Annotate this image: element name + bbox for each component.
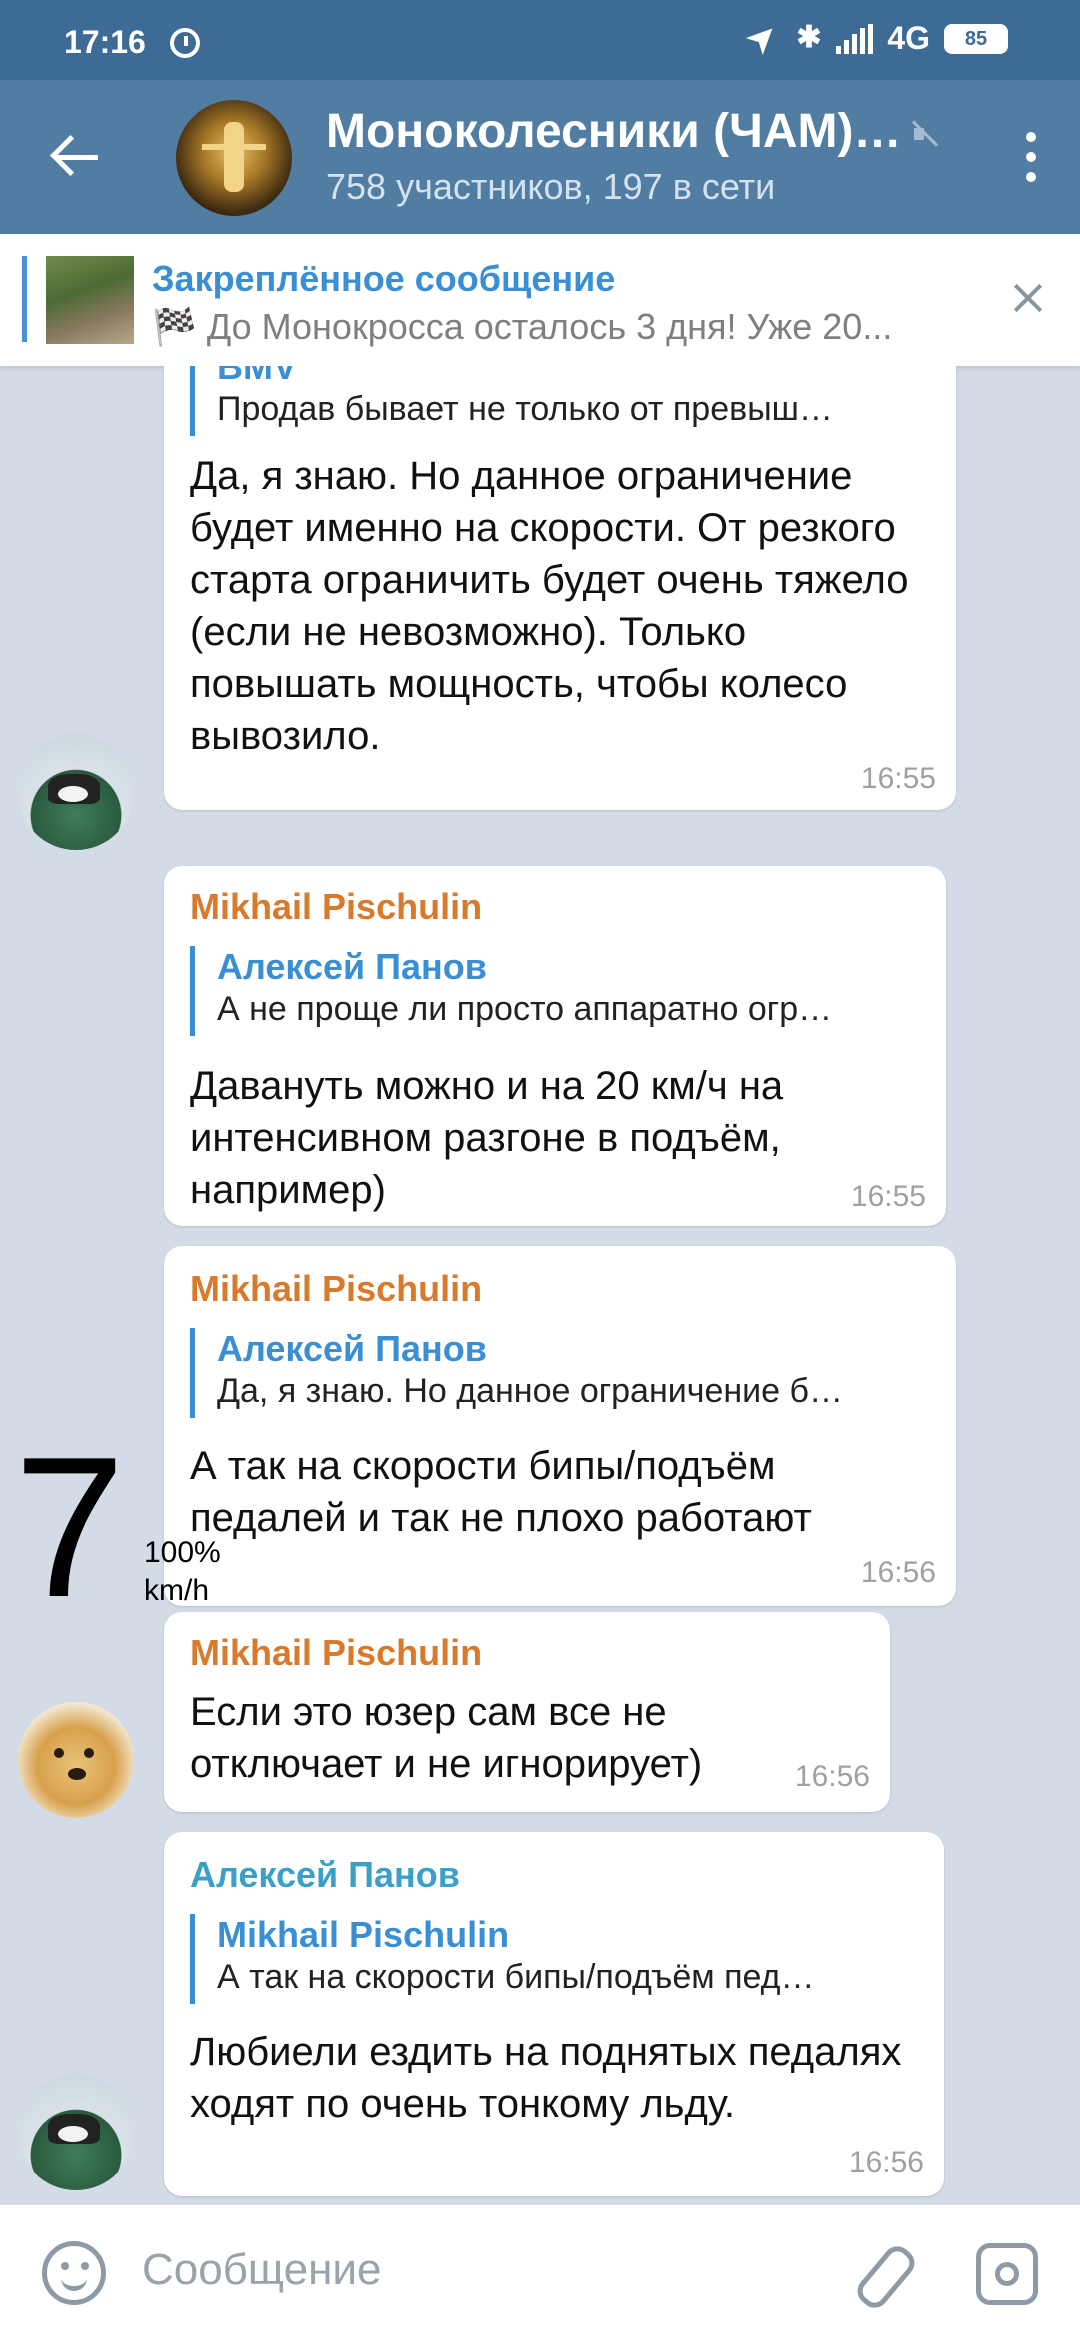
pinned-thumbnail: [46, 256, 134, 344]
message-time: 16:55: [850, 1180, 926, 1213]
speed-unit: km/h: [144, 1574, 210, 1607]
message-text: Любиели ездить на поднятых педалях ходят…: [190, 2030, 902, 2126]
message-text: Да, я знаю. Но данное ограничение будет …: [190, 454, 909, 758]
status-bar: 17:16 4G 85: [0, 0, 1080, 80]
avatar[interactable]: [18, 734, 134, 850]
reply-snippet: Да, я знаю. Но данное ограничение б…: [217, 1372, 843, 1410]
message-input-bar: Сообщение: [0, 2204, 1080, 2341]
message-text: А так на скорости бипы/подъём педалей и …: [190, 1444, 812, 1540]
more-options-icon[interactable]: [1026, 132, 1036, 182]
message-text: Давануть можно и на 20 км/ч на интенсивн…: [190, 1064, 784, 1212]
group-avatar[interactable]: [176, 100, 292, 216]
message-bubble[interactable]: Mikhail Pischulin Алексей Панов А не про…: [164, 866, 946, 1226]
reply-quote[interactable]: Mikhail Pischulin А так на скорости бипы…: [190, 1914, 924, 2004]
status-time: 17:16: [64, 24, 146, 60]
attach-icon[interactable]: [856, 2243, 910, 2305]
reply-author: Алексей Панов: [217, 946, 487, 987]
message-input[interactable]: Сообщение: [142, 2245, 381, 2295]
message-time: 16:56: [860, 1556, 936, 1589]
reply-snippet: Продав бывает не только от превыш…: [217, 390, 833, 428]
sender-name[interactable]: Mikhail Pischulin: [190, 1632, 482, 1674]
chat-title[interactable]: Моноколесники (ЧАМ)…: [326, 104, 926, 159]
reply-snippet: А так на скорости бипы/подъём пед…: [217, 1958, 815, 1996]
reply-snippet: А не проще ли просто аппаратно огр…: [217, 990, 833, 1028]
muted-icon: [910, 120, 938, 148]
message-list[interactable]: BMV Продав бывает не только от превыш… Д…: [0, 366, 1080, 2204]
message-time: 16:55: [860, 762, 936, 795]
chat-header: Моноколесники (ЧАМ)… 758 участников, 197…: [0, 80, 1080, 234]
message-bubble[interactable]: Mikhail Pischulin Если это юзер сам все …: [164, 1612, 890, 1812]
location-icon: [748, 24, 778, 54]
speed-overlay: 7 100% km/h: [14, 1416, 221, 1639]
signal-icon: [836, 23, 874, 54]
sender-name[interactable]: Mikhail Pischulin: [190, 886, 482, 928]
alarm-icon: [170, 28, 200, 58]
message-time: 16:56: [794, 1760, 870, 1793]
pinned-indicator: [22, 256, 27, 342]
pinned-title: Закреплённое сообщение: [152, 258, 616, 299]
message-text: Если это юзер сам все не отключает и не …: [190, 1690, 703, 1786]
reply-quote[interactable]: Алексей Панов Да, я знаю. Но данное огра…: [190, 1328, 936, 1418]
reply-author: Алексей Панов: [217, 1328, 487, 1369]
sender-name[interactable]: Алексей Панов: [190, 1854, 460, 1896]
bluetooth-icon: [792, 20, 822, 55]
close-icon[interactable]: [1006, 276, 1050, 320]
reply-author: BMV: [217, 366, 297, 387]
reply-author: Mikhail Pischulin: [217, 1914, 510, 1955]
avatar[interactable]: [18, 2074, 134, 2190]
status-icons: 4G 85: [748, 20, 1008, 57]
pinned-message-bar[interactable]: Закреплённое сообщение 🏁 До Монокросса о…: [0, 234, 1080, 366]
message-bubble[interactable]: Mikhail Pischulin Алексей Панов Да, я зн…: [164, 1246, 956, 1606]
message-time: 16:56: [848, 2146, 924, 2179]
back-arrow-icon[interactable]: [50, 132, 100, 182]
camera-icon[interactable]: [976, 2243, 1038, 2305]
avatar[interactable]: [18, 1702, 134, 1818]
emoji-icon[interactable]: [42, 2241, 106, 2305]
battery-icon: 85: [944, 23, 1008, 54]
message-bubble[interactable]: BMV Продав бывает не только от превыш… Д…: [164, 366, 956, 810]
speed-value: 7: [14, 1416, 126, 1639]
reply-quote[interactable]: Алексей Панов А не проще ли просто аппар…: [190, 946, 926, 1036]
pinned-preview: 🏁 До Монокросса осталось 3 дня! Уже 20..…: [152, 306, 893, 347]
chat-members-status[interactable]: 758 участников, 197 в сети: [326, 166, 775, 208]
message-bubble[interactable]: Алексей Панов Mikhail Pischulin А так на…: [164, 1832, 944, 2196]
network-type: 4G: [887, 20, 930, 56]
sender-name[interactable]: Mikhail Pischulin: [190, 1268, 482, 1310]
reply-quote[interactable]: BMV Продав бывает не только от превыш…: [190, 366, 936, 436]
speed-percent: 100%: [144, 1536, 221, 1569]
